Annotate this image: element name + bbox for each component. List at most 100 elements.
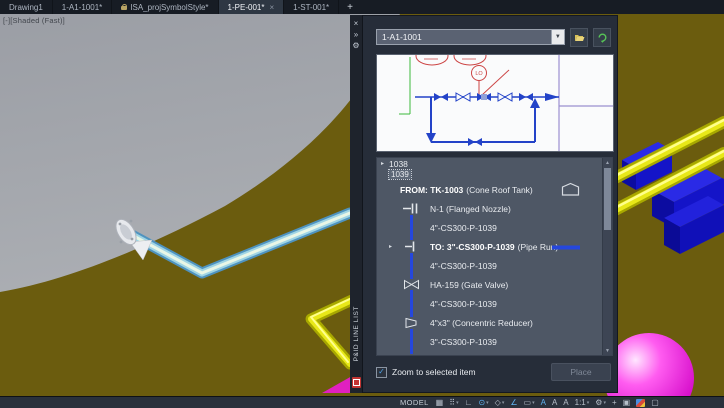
tab-label: 1-PE-001* (227, 2, 265, 12)
tree-row-tag: FROM: TK-1003 (400, 184, 464, 195)
panel-autohide-icon[interactable]: » (354, 29, 358, 40)
chevron-down-icon[interactable]: ▾ (532, 398, 535, 408)
panel-footer: ✓ Zoom to selected item Place (376, 362, 611, 382)
object-snap-icon: ▭ (523, 397, 532, 407)
flange-symbol-icon (403, 203, 418, 214)
tab-label: ISA_projSymbolStyle* (130, 2, 209, 12)
tree-row-label: 4"-CS300-P-1039 (430, 222, 497, 233)
open-folder-icon (574, 34, 584, 41)
tree-row-label: N-1 (Flanged Nozzle) (430, 203, 511, 214)
instrument-tag: LO (475, 71, 483, 77)
refresh-button[interactable] (593, 27, 611, 47)
model-space-button[interactable]: MODEL (400, 398, 429, 407)
clean-screen-icon[interactable]: ▢ (651, 398, 659, 408)
scale-value[interactable]: 1:1 ▾ (575, 398, 590, 408)
annotation-monitor-icon[interactable]: + (612, 398, 617, 408)
tree-row-label: 4"-CS300-P-1039 (430, 260, 497, 271)
pipe-line-icon (552, 245, 580, 249)
tree-row[interactable]: 1039 (377, 169, 612, 180)
workspace-icon: ⚙ (595, 397, 603, 407)
tab-1-st-001[interactable]: 1-ST-001* (284, 0, 340, 14)
new-drawing-button[interactable]: + (339, 0, 361, 14)
chevron-down-icon[interactable]: ▾ (587, 398, 590, 408)
zoom-to-selected-checkbox[interactable]: ✓ (376, 366, 387, 378)
reducer-symbol-icon (405, 317, 416, 328)
polar-tracking-icon[interactable]: ⊙ ▾ (478, 398, 488, 408)
panel-close-icon[interactable]: × (354, 18, 359, 29)
tree-row-label: 3"-CS300-P-1039 (430, 336, 497, 347)
tab-label: Drawing1 (9, 2, 43, 12)
check-icon: ✓ (378, 367, 385, 376)
panel-body: 1-A1-1001 ▼ LO ▸ 1038 1039 FROM: TK-1003… (363, 15, 618, 393)
expand-arrow-icon[interactable]: ▸ (381, 160, 384, 167)
panel-title-vertical: P&ID LINE LIST (352, 305, 360, 361)
snap-mode-icon: ⠿ (449, 397, 456, 407)
tree-row[interactable]: 3"-CS300-P-1039 (377, 332, 612, 351)
tree-row-label: HA-159 (Gate Valve) (430, 279, 509, 290)
pipe-run-symbol-icon (405, 241, 415, 252)
pid-schematic: LO (399, 55, 613, 151)
close-tab-icon[interactable]: × (269, 3, 274, 12)
tree-row[interactable]: N-1 (Flanged Nozzle) (377, 199, 612, 218)
tank-icon (561, 182, 580, 198)
open-folder-button[interactable] (570, 27, 588, 47)
annotation-monitor-icon: + (611, 397, 617, 407)
isolate-objects-icon[interactable]: ▣ (623, 398, 631, 408)
tree-row[interactable]: 4"-CS300-P-1039 (377, 256, 612, 275)
panel-properties-icon[interactable]: ⚙ (352, 40, 359, 51)
chevron-down-icon[interactable]: ▾ (486, 398, 489, 408)
statusbar: MODEL ▦ ⠿ ▾ ∟ ⊙ ▾ ◇ ▾ ∠ ▭ ▾ A A A 1:1 ▾ ⚙ ▾ + ▣ ▢ (0, 396, 724, 408)
tab-1-a1-1001[interactable]: 1-A1-1001* (53, 0, 113, 14)
tree-row[interactable]: 4"x3" (Concentric Reducer) (377, 313, 612, 332)
graphics-performance-icon[interactable] (636, 398, 646, 407)
chevron-down-icon[interactable]: ▼ (551, 29, 565, 45)
expand-arrow-icon[interactable]: ▸ (389, 243, 392, 250)
chevron-down-icon[interactable]: ▾ (502, 398, 505, 408)
workspace-icon[interactable]: ⚙ ▾ (595, 398, 606, 408)
grid-icon[interactable]: ▦ (436, 398, 444, 408)
tab-drawing1[interactable]: Drawing1 (0, 0, 53, 14)
flange-symbol (401, 202, 421, 215)
annotation-scale-list-icon[interactable]: A (563, 398, 568, 408)
snap-mode-icon[interactable]: ⠿ ▾ (449, 398, 458, 408)
grid-icon: ▦ (435, 397, 444, 407)
valve-symbol (401, 279, 421, 290)
tree-row[interactable]: ▸ 1038 (377, 158, 612, 169)
tree-row[interactable]: HA-159 (Gate Valve) (377, 275, 612, 294)
annotation-autoscale-icon[interactable]: A (552, 398, 557, 408)
tee-symbol (401, 240, 421, 253)
tab-isa-projsymbolstyle[interactable]: ISA_projSymbolStyle* (112, 0, 219, 14)
annotation-autoscale-icon: A (551, 397, 558, 407)
object-snap-icon[interactable]: ▭ ▾ (524, 398, 535, 408)
drawing-select[interactable]: 1-A1-1001 (376, 29, 552, 45)
drawing-select-row: 1-A1-1001 ▼ (376, 27, 611, 47)
isolate-objects-icon: ▣ (622, 397, 631, 407)
tree-row[interactable]: ▸ TO: 3"-CS300-P-1039 (Pipe Run) (377, 237, 612, 256)
osnap-tracking-icon: ∠ (510, 397, 518, 407)
pid-line-list-panel: × » ⚙ P&ID LINE LIST 1-A1-1001 ▼ LO ▸ 10… (350, 15, 618, 393)
isodraft-icon[interactable]: ◇ ▾ (495, 398, 505, 408)
ortho-icon[interactable]: ∟ (465, 398, 473, 408)
chevron-down-icon[interactable]: ▾ (456, 398, 459, 408)
reducer-symbol (401, 316, 421, 329)
pid-palette-icon (351, 377, 361, 388)
tree-row-label: 4"-CS300-P-1039 (430, 298, 497, 309)
gate-valve-symbol-icon (403, 279, 419, 290)
polar-tracking-icon: ⊙ (478, 397, 486, 407)
tab-1-pe-001[interactable]: 1-PE-001* × (218, 0, 285, 14)
autocad-plant3d-window: Drawing1 1-A1-1001* ISA_projSymbolStyle*… (0, 0, 724, 408)
tree-row[interactable]: 4"-CS300-P-1039 (377, 218, 612, 237)
annotation-visibility-icon[interactable]: A (541, 398, 546, 408)
viewport-controls[interactable]: [-][Shaded (Fast)] (3, 16, 65, 25)
place-button[interactable]: Place (551, 363, 611, 381)
tree-row[interactable]: 4"-CS300-P-1039 (377, 294, 612, 313)
pid-preview[interactable]: LO (376, 54, 614, 152)
tree-row[interactable]: FROM: TK-1003 (Cone Roof Tank) (377, 180, 612, 199)
isodraft-icon: ◇ (494, 397, 501, 407)
osnap-tracking-icon[interactable]: ∠ (510, 398, 517, 408)
graphics-performance-icon (636, 398, 646, 407)
tree-row-label: 1038 (389, 158, 408, 169)
tree-list: ▸ 1038 1039 FROM: TK-1003 (Cone Roof Tank) N-… (376, 157, 613, 356)
tab-label: 1-A1-1001* (61, 2, 103, 12)
chevron-down-icon[interactable]: ▾ (603, 398, 606, 408)
